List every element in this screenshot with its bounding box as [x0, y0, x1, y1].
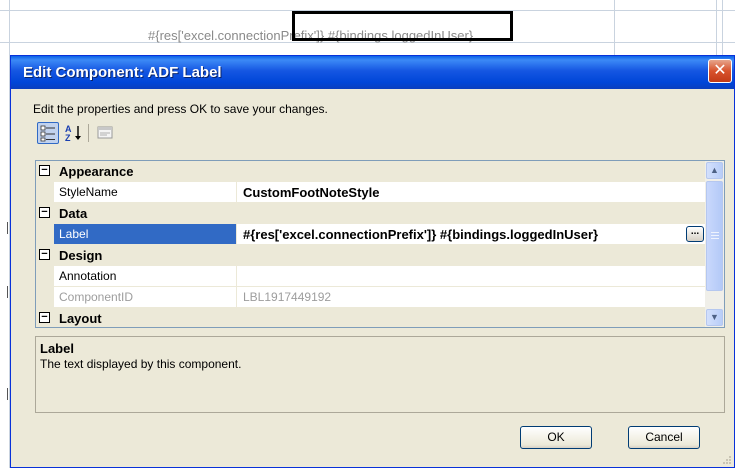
description-text: The text displayed by this component. — [40, 357, 242, 371]
label-value-text: #{res['excel.connectionPrefix']} #{bindi… — [243, 227, 599, 242]
property-grid: − Appearance StyleName CustomFootNoteSty… — [35, 160, 725, 328]
resize-grip-icon[interactable] — [722, 455, 732, 465]
property-pages-button[interactable] — [95, 122, 117, 144]
scroll-up-button[interactable]: ▲ — [706, 162, 723, 179]
close-button[interactable]: ✕ — [708, 59, 732, 83]
category-label: Data — [59, 206, 88, 221]
ruler-tick — [7, 286, 8, 298]
thumb-grip — [711, 232, 719, 233]
ellipsis-button[interactable]: ... — [686, 226, 704, 242]
property-value[interactable]: #{res['excel.connectionPrefix']} #{bindi… — [237, 224, 706, 245]
category-layout[interactable]: − Layout — [36, 308, 706, 327]
chevron-up-icon: ▲ — [710, 165, 719, 175]
alphabetical-sort-icon: A Z — [65, 124, 81, 143]
ruler-tick — [7, 222, 8, 234]
collapse-toggle-icon[interactable]: − — [39, 165, 50, 176]
ruler-tick — [7, 388, 8, 400]
scroll-down-button[interactable]: ▼ — [706, 309, 723, 326]
category-label: Appearance — [59, 164, 134, 179]
scroll-thumb[interactable] — [706, 181, 723, 291]
collapse-toggle-icon[interactable]: − — [39, 312, 50, 323]
property-row-componentid[interactable]: ComponentID LBL1917449192 — [36, 287, 706, 308]
category-label: Layout — [59, 311, 102, 326]
close-icon: ✕ — [713, 62, 727, 79]
cancel-button[interactable]: Cancel — [628, 426, 700, 449]
description-title: Label — [40, 341, 74, 356]
edit-component-dialog: Edit Component: ADF Label ✕ Edit the pro… — [10, 55, 735, 468]
description-panel: Label The text displayed by this compone… — [35, 336, 725, 413]
svg-text:Z: Z — [65, 133, 71, 143]
thumb-grip — [711, 235, 719, 236]
row-gutter — [36, 266, 54, 287]
property-name: Label — [54, 224, 237, 245]
cell-text-left: #{res['excel.connection — [148, 28, 281, 43]
toolbar-separator — [88, 124, 89, 142]
collapse-toggle-icon[interactable]: − — [39, 207, 50, 218]
property-row-label[interactable]: Label #{res['excel.connectionPrefix']} #… — [36, 224, 706, 245]
property-name: ComponentID — [54, 287, 237, 308]
category-design[interactable]: − Design — [36, 245, 706, 266]
property-value[interactable] — [237, 266, 706, 287]
property-name: Annotation — [54, 266, 237, 287]
property-pages-icon — [97, 126, 113, 139]
ok-button[interactable]: OK — [520, 426, 592, 449]
category-label: Design — [59, 248, 103, 263]
alphabetical-view-button[interactable]: A Z — [63, 122, 85, 144]
chevron-down-icon: ▼ — [710, 312, 719, 322]
row-gutter — [36, 287, 54, 308]
row-gutter — [36, 182, 54, 203]
instructions-text: Edit the properties and press OK to save… — [33, 102, 328, 116]
row-gutter — [36, 224, 54, 245]
property-name: StyleName — [54, 182, 237, 203]
selected-cell[interactable] — [292, 11, 513, 41]
dialog-titlebar[interactable]: Edit Component: ADF Label ✕ — [11, 56, 734, 89]
thumb-grip — [711, 238, 719, 239]
property-value: LBL1917449192 — [237, 287, 706, 308]
categorized-icon — [40, 125, 55, 142]
vertical-scrollbar[interactable]: ▲ ▼ — [705, 161, 724, 327]
property-row-annotation[interactable]: Annotation — [36, 266, 706, 287]
category-appearance[interactable]: − Appearance — [36, 161, 706, 182]
category-data[interactable]: − Data — [36, 203, 706, 224]
property-value[interactable]: CustomFootNoteStyle — [237, 182, 706, 203]
dialog-title: Edit Component: ADF Label — [23, 64, 222, 81]
collapse-toggle-icon[interactable]: − — [39, 249, 50, 260]
property-row-stylename[interactable]: StyleName CustomFootNoteStyle — [36, 182, 706, 203]
categorized-view-button[interactable] — [37, 122, 59, 144]
